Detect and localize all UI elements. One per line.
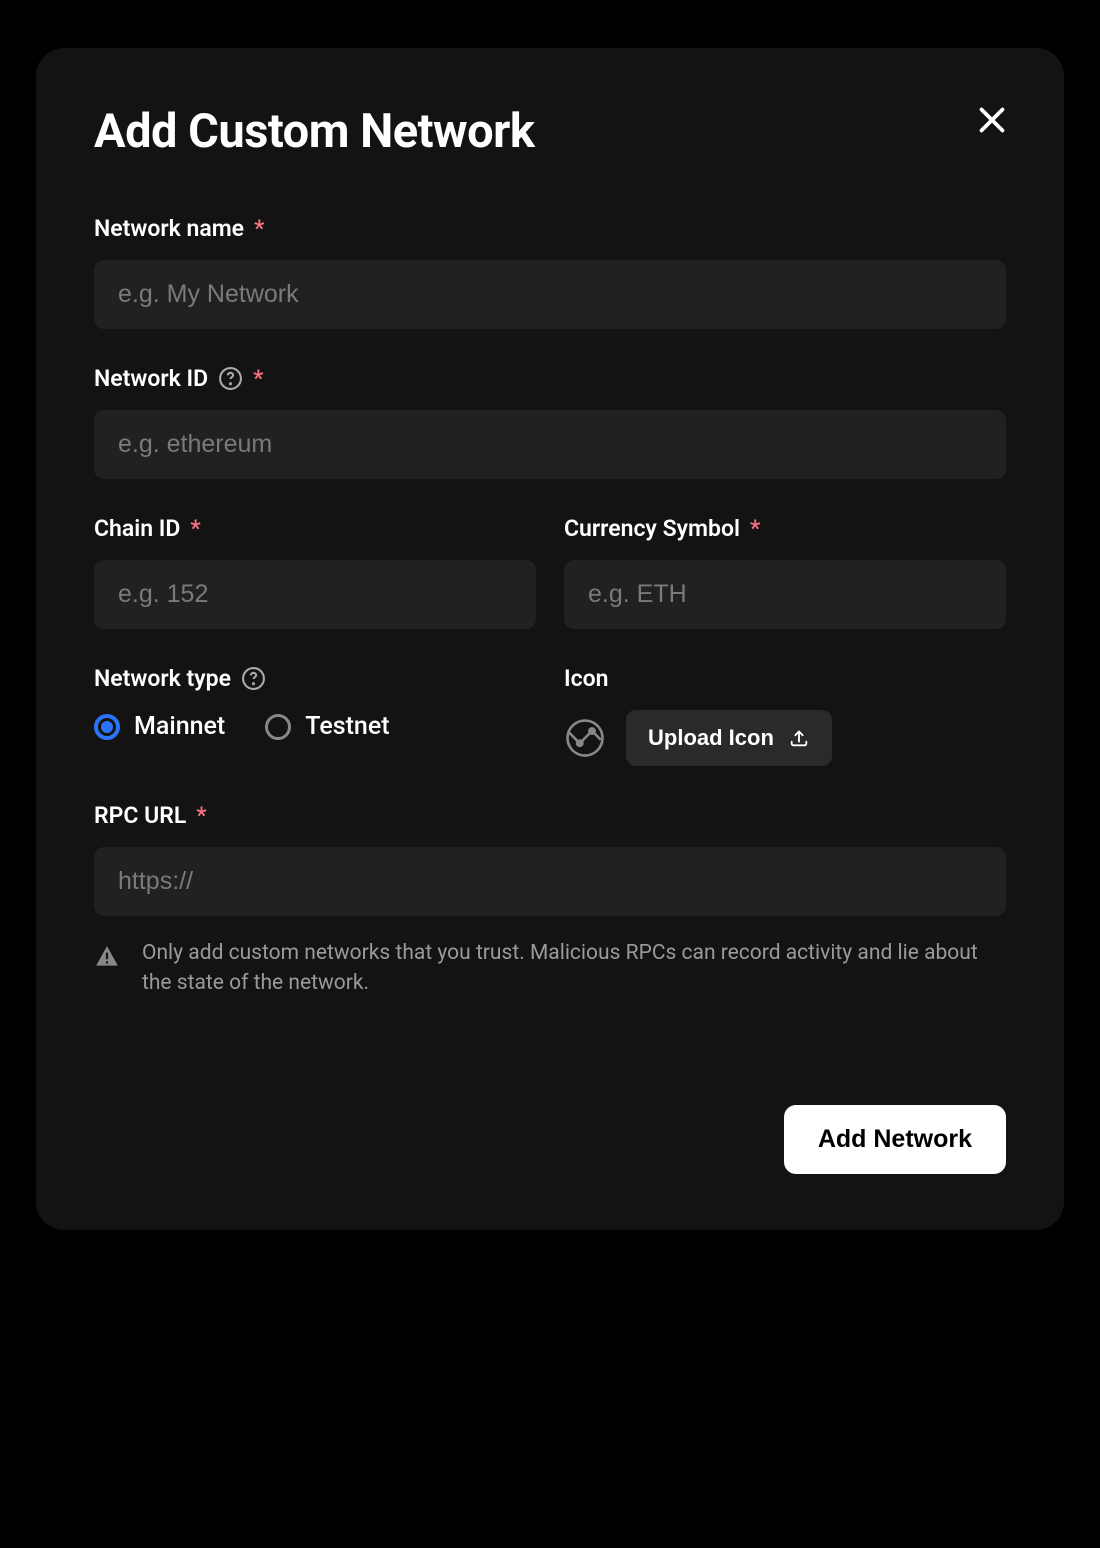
network-id-field: Network ID *	[94, 365, 1006, 479]
close-button[interactable]	[968, 96, 1016, 144]
upload-icon-button[interactable]: Upload Icon	[626, 710, 832, 766]
required-indicator: *	[254, 215, 264, 242]
network-name-label: Network name	[94, 215, 244, 242]
chain-id-label: Chain ID	[94, 515, 180, 542]
icon-field: Icon Upload Icon	[564, 665, 1006, 766]
network-name-field: Network name *	[94, 215, 1006, 329]
required-indicator: *	[190, 515, 200, 542]
chain-id-input[interactable]	[94, 560, 536, 629]
rpc-warning: Only add custom networks that you trust.…	[94, 938, 1006, 999]
close-icon	[974, 102, 1010, 138]
network-name-input[interactable]	[94, 260, 1006, 329]
rpc-url-field: RPC URL * Only add custom networks that …	[94, 802, 1006, 999]
upload-icon	[788, 727, 810, 749]
network-type-label: Network type	[94, 665, 231, 692]
icon-label: Icon	[564, 665, 608, 692]
currency-symbol-field: Currency Symbol *	[564, 515, 1006, 629]
radio-testnet-label: Testnet	[305, 712, 389, 741]
rpc-url-input[interactable]	[94, 847, 1006, 916]
currency-symbol-label: Currency Symbol	[564, 515, 740, 542]
modal-title: Add Custom Network	[94, 104, 1006, 159]
warning-text: Only add custom networks that you trust.…	[142, 938, 1006, 999]
upload-icon-label: Upload Icon	[648, 725, 774, 751]
currency-symbol-input[interactable]	[564, 560, 1006, 629]
radio-testnet[interactable]: Testnet	[265, 712, 389, 741]
rpc-url-label: RPC URL	[94, 802, 186, 829]
radio-mainnet[interactable]: Mainnet	[94, 712, 225, 741]
globe-icon	[564, 717, 606, 759]
radio-button-icon	[265, 714, 291, 740]
radio-button-icon	[94, 714, 120, 740]
radio-mainnet-label: Mainnet	[134, 712, 225, 741]
add-custom-network-modal: Add Custom Network Network name * Networ…	[36, 48, 1064, 1230]
network-type-field: Network type Mainnet	[94, 665, 536, 766]
required-indicator: *	[253, 365, 263, 392]
add-network-button[interactable]: Add Network	[784, 1105, 1006, 1174]
network-id-label: Network ID	[94, 365, 208, 392]
warning-icon	[94, 944, 120, 974]
required-indicator: *	[750, 515, 760, 542]
help-icon[interactable]	[218, 366, 243, 391]
required-indicator: *	[196, 802, 206, 829]
help-icon[interactable]	[241, 666, 266, 691]
chain-id-field: Chain ID *	[94, 515, 536, 629]
network-id-input[interactable]	[94, 410, 1006, 479]
